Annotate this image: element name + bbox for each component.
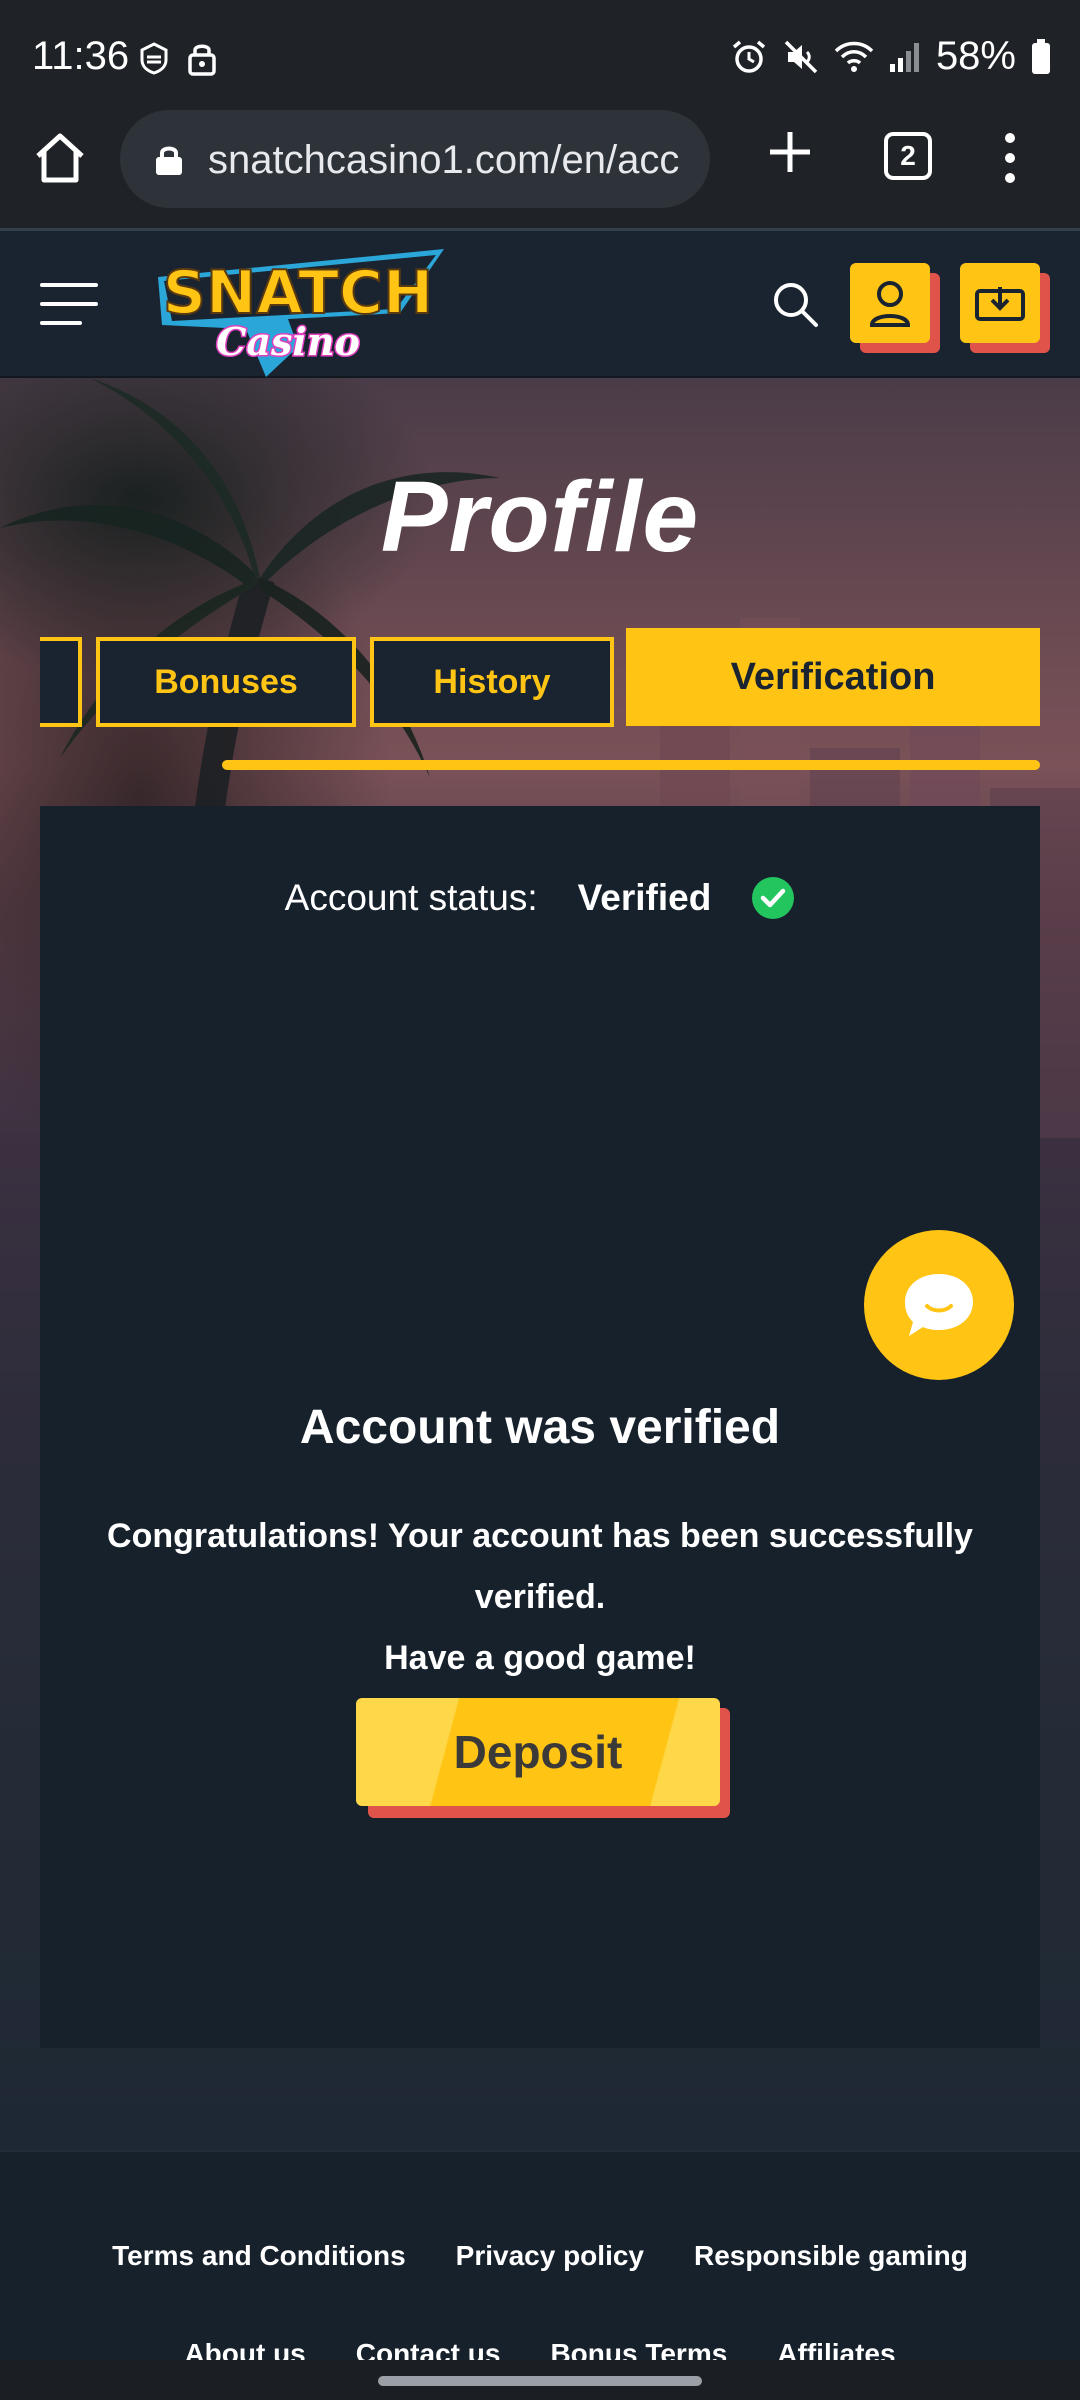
status-time: 11:36 <box>32 34 130 78</box>
new-tab-icon[interactable] <box>760 122 820 182</box>
account-status-value: Verified <box>577 877 712 918</box>
browser-toolbar: snatchcasino1.com/en/acc 2 <box>0 100 1080 228</box>
logo-word-casino: Casino <box>216 319 360 364</box>
live-chat-button[interactable] <box>864 1230 1014 1380</box>
page-title: Profile <box>380 461 700 573</box>
footer-link-responsible-gaming[interactable]: Responsible gaming <box>694 2240 968 2272</box>
wifi-icon <box>834 41 874 72</box>
site-header: SNATCH Casino <box>0 228 1080 378</box>
tab-bonuses[interactable]: Bonuses <box>96 637 356 727</box>
deposit-button-label: Deposit <box>356 1698 720 1806</box>
tab-switcher-button[interactable]: 2 <box>884 132 932 180</box>
mute-icon <box>784 40 818 73</box>
verified-message: Congratulations! Your account has been s… <box>40 1506 1040 1689</box>
battery-icon <box>1032 38 1050 74</box>
lock-icon <box>188 44 216 76</box>
battery-percent: 58% <box>935 34 1016 78</box>
deposit-button[interactable]: Deposit <box>356 1698 732 1818</box>
url-text[interactable]: snatchcasino1.com/en/acc <box>208 138 708 183</box>
account-status-row: Account status: Verified <box>40 876 1040 920</box>
home-icon[interactable] <box>30 128 90 188</box>
secure-lock-icon <box>156 146 182 175</box>
deposit-wallet-button[interactable] <box>960 263 1050 353</box>
tabs-scroll-indicator <box>222 760 1040 770</box>
footer-link-privacy[interactable]: Privacy policy <box>456 2240 644 2272</box>
address-bar[interactable]: snatchcasino1.com/en/acc <box>120 110 710 208</box>
gesture-nav-handle[interactable] <box>378 2376 702 2386</box>
verified-title: Account was verified <box>299 1401 781 1454</box>
search-icon[interactable] <box>770 279 820 329</box>
verified-check-icon <box>752 877 795 919</box>
tab-previous[interactable] <box>40 637 82 727</box>
footer-link-terms[interactable]: Terms and Conditions <box>112 2240 406 2272</box>
verified-message-line1: Congratulations! Your account has been s… <box>107 1517 973 1616</box>
snatch-casino-logo[interactable]: SNATCH Casino <box>138 247 458 377</box>
logo-word-snatch: SNATCH <box>163 258 433 328</box>
chat-bubble-icon <box>905 1274 973 1336</box>
authenticator-icon <box>140 42 168 75</box>
footer-links-row1: Terms and Conditions Privacy policy Resp… <box>0 2240 1080 2272</box>
verification-panel: Account status: Verified Account was ver… <box>40 806 1040 2048</box>
alarm-icon <box>732 40 766 73</box>
tab-history[interactable]: History <box>370 637 614 727</box>
hamburger-menu-icon[interactable] <box>40 281 98 327</box>
tab-verification[interactable]: Verification <box>626 628 1040 726</box>
signal-icon <box>889 42 919 72</box>
cash-download-icon <box>975 287 1025 321</box>
account-status-label: Account status: <box>284 877 538 918</box>
profile-button[interactable] <box>850 263 940 353</box>
user-icon <box>869 281 911 327</box>
verified-message-line2: Have a good game! <box>384 1639 696 1677</box>
more-menu-icon[interactable] <box>996 130 1024 186</box>
